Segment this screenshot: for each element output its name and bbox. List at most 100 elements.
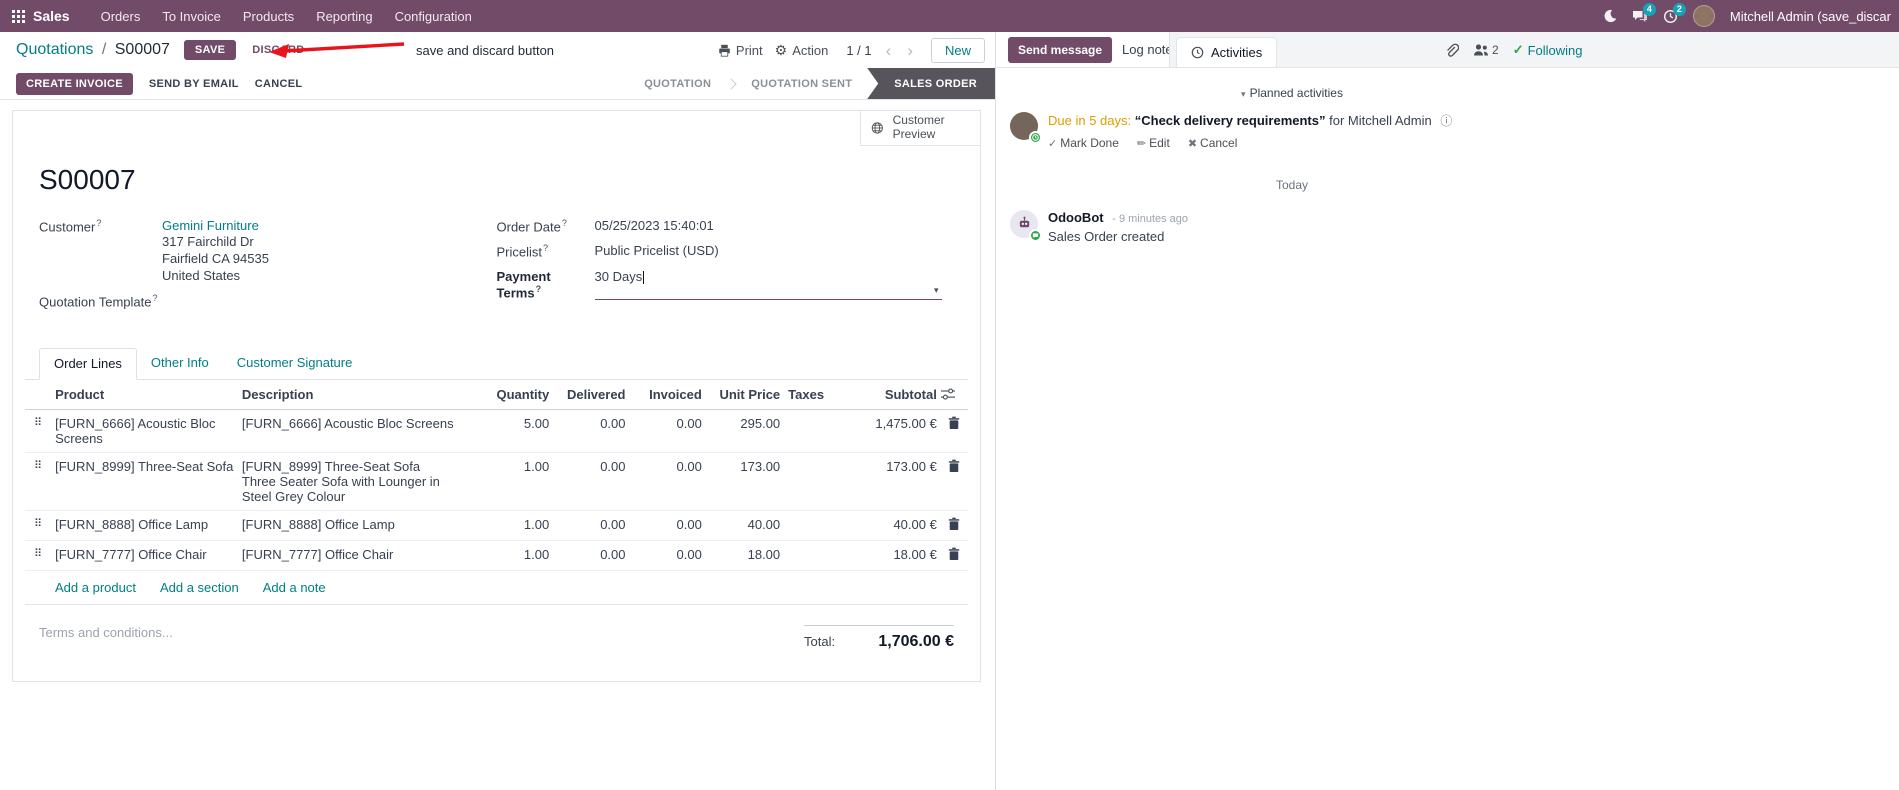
cell-description[interactable]: [FURN_8999] Three-Seat Sofa Three Seater … bbox=[237, 452, 477, 512]
cell-taxes[interactable] bbox=[784, 540, 841, 572]
cell-unit-price[interactable]: 18.00 bbox=[705, 540, 785, 572]
delete-row-icon[interactable] bbox=[940, 409, 968, 454]
cell-product[interactable]: [FURN_8999] Three-Seat Sofa bbox=[51, 452, 238, 512]
robot-icon bbox=[1019, 217, 1029, 228]
cancel-activity-button[interactable]: ✖ Cancel bbox=[1188, 136, 1238, 150]
cell-unit-price[interactable]: 295.00 bbox=[705, 409, 785, 454]
drag-handle-icon[interactable]: ⠿ bbox=[25, 510, 52, 542]
cell-product[interactable]: [FURN_7777] Office Chair bbox=[51, 540, 238, 572]
add-product-link[interactable]: Add a product bbox=[55, 580, 136, 595]
cell-taxes[interactable] bbox=[784, 409, 841, 454]
cell-unit-price[interactable]: 173.00 bbox=[705, 452, 785, 512]
cell-invoiced[interactable]: 0.00 bbox=[629, 452, 706, 512]
messages-icon[interactable]: 4 bbox=[1632, 2, 1656, 24]
nav-menu: Orders To Invoice Products Reporting Con… bbox=[90, 2, 483, 31]
following-button[interactable]: ✓ Following bbox=[1513, 42, 1583, 58]
stage-quotation-sent[interactable]: QUOTATION SENT bbox=[736, 68, 867, 99]
planned-activities-header[interactable]: ▾ Planned activities bbox=[1010, 86, 1574, 100]
cell-invoiced[interactable]: 0.00 bbox=[629, 540, 706, 572]
user-avatar[interactable] bbox=[1692, 5, 1715, 27]
cell-invoiced[interactable]: 0.00 bbox=[629, 409, 706, 454]
col-description[interactable]: Description bbox=[237, 380, 477, 411]
dropdown-caret-icon[interactable]: ▾ bbox=[934, 285, 939, 296]
col-subtotal[interactable]: Subtotal bbox=[840, 380, 941, 411]
drag-handle-icon[interactable]: ⠿ bbox=[25, 409, 52, 454]
payment-terms-field[interactable]: 30 Days ▾ bbox=[594, 269, 942, 300]
order-date-field[interactable]: 05/25/2023 15:40:01 bbox=[595, 218, 714, 234]
cell-product[interactable]: [FURN_6666] Acoustic Bloc Screens bbox=[51, 409, 238, 454]
cell-unit-price[interactable]: 40.00 bbox=[705, 510, 785, 542]
action-button[interactable]: ⚙ Action bbox=[775, 42, 829, 59]
user-menu[interactable]: Mitchell Admin (save_discar bbox=[1730, 9, 1891, 24]
messages-count-badge: 4 bbox=[1642, 2, 1656, 16]
col-quantity[interactable]: Quantity bbox=[476, 380, 554, 411]
create-invoice-button[interactable]: CREATE INVOICE bbox=[16, 72, 133, 95]
pager-previous-icon[interactable]: ‹ bbox=[884, 42, 894, 59]
nav-item-orders[interactable]: Orders bbox=[90, 2, 152, 31]
col-unit-price[interactable]: Unit Price bbox=[705, 380, 785, 411]
apps-menu-icon[interactable] bbox=[12, 9, 25, 23]
cell-taxes[interactable] bbox=[784, 510, 841, 542]
nav-item-reporting[interactable]: Reporting bbox=[305, 2, 383, 31]
col-invoiced[interactable]: Invoiced bbox=[629, 380, 706, 411]
nav-item-to-invoice[interactable]: To Invoice bbox=[151, 2, 232, 31]
cell-quantity[interactable]: 1.00 bbox=[476, 452, 554, 512]
drag-handle-icon[interactable]: ⠿ bbox=[25, 452, 52, 512]
send-message-button[interactable]: Send message bbox=[1008, 36, 1113, 63]
table-row: ⠿ [FURN_7777] Office Chair [FURN_7777] O… bbox=[25, 540, 968, 572]
discard-button[interactable]: DISCARD bbox=[252, 44, 304, 56]
activities-clock-icon[interactable]: 2 bbox=[1663, 2, 1686, 24]
app-brand[interactable]: Sales bbox=[33, 8, 70, 24]
col-product[interactable]: Product bbox=[51, 380, 238, 411]
cell-invoiced[interactable]: 0.00 bbox=[629, 510, 706, 542]
terms-and-conditions-field[interactable]: Terms and conditions... bbox=[39, 625, 173, 651]
pricelist-field[interactable]: Public Pricelist (USD) bbox=[595, 243, 719, 259]
cell-description[interactable]: [FURN_7777] Office Chair bbox=[237, 540, 477, 572]
nav-item-products[interactable]: Products bbox=[232, 2, 305, 31]
col-taxes[interactable]: Taxes bbox=[784, 380, 841, 411]
pager-next-icon[interactable]: › bbox=[905, 42, 915, 59]
add-section-link[interactable]: Add a section bbox=[160, 580, 239, 595]
print-button[interactable]: Print bbox=[718, 43, 763, 58]
send-by-email-button[interactable]: SEND BY EMAIL bbox=[149, 78, 239, 90]
activities-tab[interactable]: Activities bbox=[1176, 37, 1278, 67]
add-note-link[interactable]: Add a note bbox=[263, 580, 326, 595]
cell-delivered[interactable]: 0.00 bbox=[553, 510, 630, 542]
delete-row-icon[interactable] bbox=[940, 540, 968, 572]
cancel-button[interactable]: CANCEL bbox=[255, 78, 303, 90]
dark-mode-moon-icon[interactable] bbox=[1603, 9, 1617, 23]
cell-description[interactable]: [FURN_6666] Acoustic Bloc Screens bbox=[237, 409, 477, 454]
cell-delivered[interactable]: 0.00 bbox=[553, 540, 630, 572]
mark-done-button[interactable]: ✓ Mark Done bbox=[1048, 136, 1119, 150]
optional-columns-icon[interactable] bbox=[940, 380, 968, 411]
log-note-button[interactable]: Log note bbox=[1122, 42, 1173, 57]
message-author[interactable]: OdooBot bbox=[1048, 210, 1104, 225]
info-icon[interactable]: ⓘ bbox=[1440, 114, 1452, 128]
cell-delivered[interactable]: 0.00 bbox=[553, 409, 630, 454]
cell-delivered[interactable]: 0.00 bbox=[553, 452, 630, 512]
cell-product[interactable]: [FURN_8888] Office Lamp bbox=[51, 510, 238, 542]
tab-order-lines[interactable]: Order Lines bbox=[39, 348, 137, 381]
edit-activity-button[interactable]: ✏ Edit bbox=[1137, 136, 1170, 150]
tab-customer-signature[interactable]: Customer Signature bbox=[223, 348, 367, 379]
cell-quantity[interactable]: 1.00 bbox=[476, 540, 554, 572]
breadcrumb-quotations-link[interactable]: Quotations bbox=[16, 41, 93, 58]
delete-row-icon[interactable] bbox=[940, 510, 968, 542]
save-button[interactable]: SAVE bbox=[183, 40, 237, 60]
nav-item-configuration[interactable]: Configuration bbox=[384, 2, 483, 31]
cell-quantity[interactable]: 5.00 bbox=[476, 409, 554, 454]
stage-sales-order-active[interactable]: SALES ORDER bbox=[867, 68, 995, 99]
new-button[interactable]: New bbox=[930, 37, 985, 63]
customer-link[interactable]: Gemini Furniture bbox=[162, 218, 259, 233]
tab-other-info[interactable]: Other Info bbox=[137, 348, 223, 379]
drag-handle-icon[interactable]: ⠿ bbox=[25, 540, 52, 572]
delete-row-icon[interactable] bbox=[940, 452, 968, 512]
customer-preview-button[interactable]: Customer Preview bbox=[860, 111, 980, 146]
attachments-button[interactable] bbox=[1444, 43, 1459, 58]
cell-description[interactable]: [FURN_8888] Office Lamp bbox=[237, 510, 477, 542]
cell-taxes[interactable] bbox=[784, 452, 841, 512]
followers-button[interactable]: 2 bbox=[1473, 43, 1499, 57]
stage-quotation[interactable]: QUOTATION bbox=[629, 68, 726, 99]
cell-quantity[interactable]: 1.00 bbox=[476, 510, 554, 542]
col-delivered[interactable]: Delivered bbox=[553, 380, 630, 411]
